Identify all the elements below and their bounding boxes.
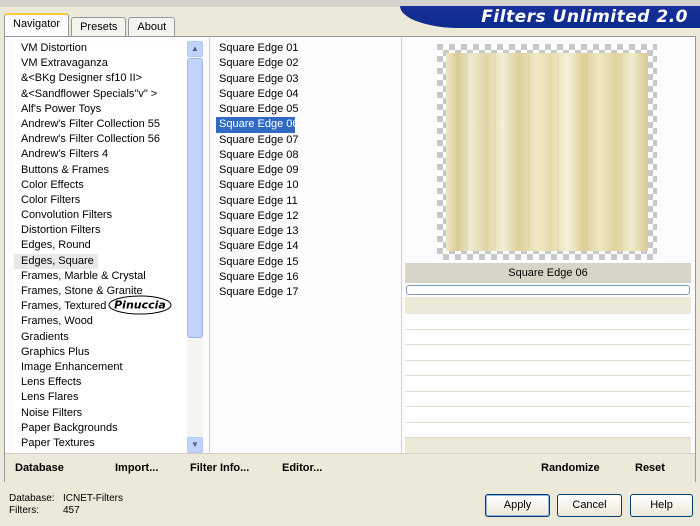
preview-area [405,37,694,263]
tab-about[interactable]: About [128,17,176,36]
category-item[interactable]: Lens Flares [14,390,200,405]
filter-item[interactable]: Square Edge 05 [216,102,299,117]
filter-item[interactable]: Square Edge 16 [216,270,299,285]
filter-item[interactable]: Square Edge 14 [216,239,299,254]
category-item[interactable]: Image Enhancement [14,360,200,375]
database-label: Database: [9,493,55,504]
divider [209,37,210,453]
parameter-area [405,297,691,453]
param-row [405,360,691,376]
filter-item[interactable]: Square Edge 07 [216,133,299,148]
category-item[interactable]: Andrew's Filter Collection 55 [14,117,200,132]
filter-item[interactable]: Square Edge 12 [216,209,299,224]
filter-list[interactable]: Square Edge 01 Square Edge 02 Square Edge … [216,41,396,453]
category-item[interactable]: Convolution Filters [14,208,200,223]
tab-navigator[interactable]: Navigator [4,13,70,36]
progress-bar [406,285,690,295]
filters-count-label: Filters: [9,505,39,516]
scrollbar-thumb[interactable] [187,58,203,338]
category-item[interactable]: Graphics Plus [14,345,200,360]
category-item[interactable]: Frames, Marble & Crystal [14,269,200,284]
cancel-button[interactable]: Cancel [557,494,622,517]
category-item[interactable]: Lens Effects [14,375,200,390]
filter-item[interactable]: Square Edge 06 [216,117,299,133]
param-row [405,376,691,392]
divider [401,37,402,453]
preview-image [437,44,657,260]
filters-count-value: 457 [63,505,80,516]
category-scrollbar[interactable]: ▲ ▼ [187,41,203,453]
preview-filter-name: Square Edge 06 [405,263,691,283]
filter-item[interactable]: Square Edge 15 [216,255,299,270]
param-row [405,407,691,423]
category-item[interactable]: VM Distortion [14,41,200,56]
database-value: ICNET-Filters [63,493,123,504]
filter-item[interactable]: Square Edge 09 [216,163,299,178]
filter-item[interactable]: Square Edge 11 [216,194,298,209]
category-item[interactable]: &<BKg Designer sf10 II> [14,71,200,86]
filter-item[interactable]: Square Edge 10 [216,178,299,193]
filter-item[interactable]: Square Edge 02 [216,56,299,71]
apply-button[interactable]: Apply [485,494,550,517]
category-item[interactable]: Paper Backgrounds [14,421,200,436]
app-title: Filters Unlimited 2.0 [481,7,688,27]
chevron-up-icon[interactable]: ▲ [187,41,203,57]
filter-item[interactable]: Square Edge 01 [216,41,299,56]
title-banner: Filters Unlimited 2.0 [400,6,700,28]
category-item[interactable]: VM Extravaganza [14,56,200,71]
filter-item[interactable]: Square Edge 08 [216,148,299,163]
param-row [405,297,691,314]
param-row [405,345,691,361]
category-item[interactable]: Alf's Power Toys [14,102,200,117]
database-button[interactable]: Database [15,462,64,474]
param-row [405,329,691,345]
filter-info-button[interactable]: Filter Info... [190,462,249,474]
category-item[interactable]: Distortion Filters [14,223,200,238]
category-item[interactable]: Edges, Round [14,238,200,253]
category-item[interactable]: Andrew's Filters 4 [14,147,200,162]
status-area: Database: ICNET-Filters Filters: 457 [9,493,123,517]
import-button[interactable]: Import... [115,462,158,474]
category-list[interactable]: VM Distortion VM Extravaganza &<BKg Design… [14,41,200,453]
main-panel: VM Distortion VM Extravaganza &<BKg Design… [4,36,696,482]
filter-item[interactable]: Square Edge 03 [216,72,299,87]
category-item[interactable]: Edges, Square [14,253,98,269]
randomize-button[interactable]: Randomize [541,462,600,474]
watermark-stamp: Pinuccia [108,295,172,315]
param-row [405,422,691,438]
category-item[interactable]: Andrew's Filter Collection 56 [14,132,200,147]
category-item[interactable]: Gradients [14,330,200,345]
tab-bar: Navigator Presets About [4,13,177,36]
action-bar: Database Import... Filter Info... Editor… [5,453,695,482]
param-row [405,391,691,407]
filter-item[interactable]: Square Edge 17 [216,285,299,300]
category-item[interactable]: Noise Filters [14,406,200,421]
chevron-down-icon[interactable]: ▼ [187,437,203,453]
editor-button[interactable]: Editor... [282,462,322,474]
category-item[interactable]: Buttons & Frames [14,163,200,178]
category-item[interactable]: &<Sandflower Specials"v" > [14,87,200,102]
filter-item[interactable]: Square Edge 13 [216,224,299,239]
param-row [405,314,691,330]
tab-presets[interactable]: Presets [71,17,127,36]
category-item[interactable]: Frames, Wood [14,314,200,329]
help-button[interactable]: Help [630,494,693,517]
category-item[interactable]: Color Effects [14,178,200,193]
category-item[interactable]: Color Filters [14,193,200,208]
category-item[interactable]: Paper Textures [14,436,200,451]
filter-item[interactable]: Square Edge 04 [216,87,299,102]
reset-button[interactable]: Reset [635,462,665,474]
watermark-text: Pinuccia [114,299,166,312]
